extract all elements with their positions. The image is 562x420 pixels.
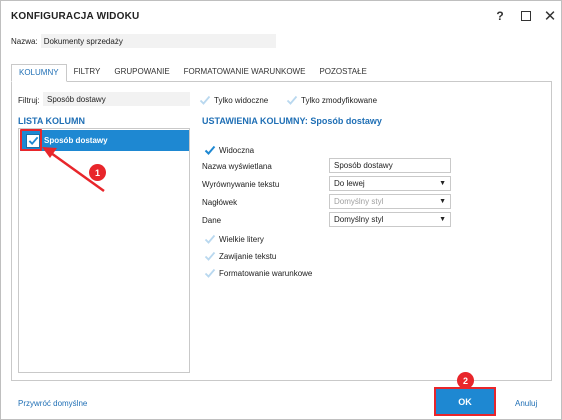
conditional-formatting-checkbox[interactable]: Formatowanie warunkowe [204,267,312,279]
alignment-select[interactable]: Do lewej ▼ [329,176,451,191]
filter-input[interactable]: Sposób dostawy [43,92,190,106]
header-style-value: Domyślny styl [334,197,384,206]
tab-grouping[interactable]: GRUPOWANIE [107,64,176,82]
step-badge-1: 1 [89,164,106,181]
reset-defaults-link[interactable]: Przywróć domyślne [18,399,87,408]
close-button[interactable]: ✕ [540,6,560,26]
ok-button[interactable]: OK [434,387,496,416]
list-item[interactable]: Sposób dostawy [20,130,189,151]
column-settings-heading: USTAWIENIA KOLUMNY: Sposób dostawy [202,116,382,126]
wrap-text-checkbox[interactable]: Zawijanie tekstu [204,250,276,262]
alignment-value: Do lewej [334,179,365,188]
checkmark-icon [204,250,216,262]
checkmark-icon [286,94,298,106]
data-style-select[interactable]: Domyślny styl ▼ [329,212,451,227]
cancel-button[interactable]: Anuluj [515,399,537,408]
list-item-label: Sposób dostawy [44,136,108,145]
only-modified-label: Tylko zmodyfikowane [301,95,378,105]
close-icon: ✕ [543,8,557,25]
data-label: Dane [202,216,222,225]
alignment-label: Wyrównywanie tekstu [202,180,280,189]
checkmark-icon [199,94,211,106]
tab-other[interactable]: POZOSTAŁE [312,64,373,82]
data-style-value: Domyślny styl [334,215,384,224]
header-style-select[interactable]: Domyślny styl ▼ [329,194,451,209]
display-name-value: Sposób dostawy [334,161,393,170]
only-modified-checkbox[interactable]: Tylko zmodyfikowane [286,94,377,106]
dialog-title: KONFIGURACJA WIDOKU [11,11,140,22]
wrap-text-label: Zawijanie tekstu [219,251,277,261]
column-list-heading: LISTA KOLUMN [18,116,85,126]
tab-columns[interactable]: KOLUMNY [11,64,67,82]
uppercase-checkbox[interactable]: Wielkie litery [204,233,264,245]
name-row: Nazwa: Dokumenty sprzedaży [11,34,276,48]
only-visible-label: Tylko widoczne [214,95,269,105]
visible-label: Widoczna [219,145,255,155]
checkmark-icon [204,144,216,156]
uppercase-label: Wielkie litery [219,234,264,244]
header-label: Nagłówek [202,198,238,207]
checkmark-icon [204,267,216,279]
name-label: Nazwa: [11,36,38,46]
title-bar: KONFIGURACJA WIDOKU ? ✕ [1,1,561,31]
help-icon: ? [496,9,504,23]
maximize-button[interactable] [516,6,536,26]
view-configuration-dialog: KONFIGURACJA WIDOKU ? ✕ Nazwa: Dokumenty… [0,0,562,420]
visible-checkbox[interactable]: Widoczna [204,144,254,156]
chevron-down-icon: ▼ [439,180,446,187]
step-badge-2: 2 [457,372,474,389]
name-input[interactable]: Dokumenty sprzedaży [40,34,276,48]
chevron-down-icon: ▼ [439,216,446,223]
highlight-marker [20,129,42,151]
conditional-formatting-label: Formatowanie warunkowe [219,268,313,278]
tab-filters[interactable]: FILTRY [67,64,108,82]
help-button[interactable]: ? [490,6,510,26]
tab-bar: KOLUMNY FILTRY GRUPOWANIE FORMATOWANIE W… [11,64,374,82]
maximize-icon [521,11,531,21]
tab-conditional-formatting[interactable]: FORMATOWANIE WARUNKOWE [177,64,313,82]
checkmark-icon [204,233,216,245]
filter-label: Filtruj: [18,96,40,105]
column-list: Sposób dostawy [18,128,190,373]
only-visible-checkbox[interactable]: Tylko widoczne [199,94,268,106]
display-name-label: Nazwa wyświetlana [202,162,272,171]
chevron-down-icon: ▼ [439,198,446,205]
display-name-input[interactable]: Sposób dostawy [329,158,451,173]
